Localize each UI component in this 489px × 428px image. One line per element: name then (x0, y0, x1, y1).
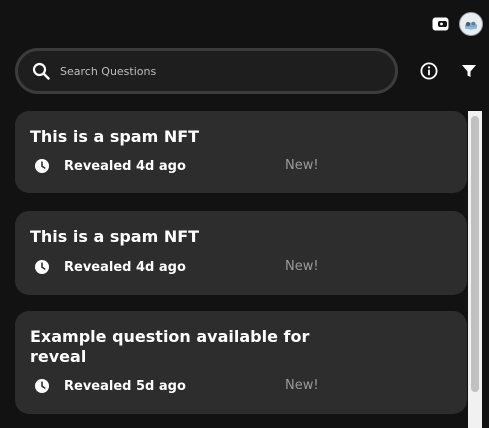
filter-button[interactable] (457, 59, 481, 83)
avatar-image (461, 14, 481, 34)
question-title: This is a spam NFT (30, 227, 200, 246)
wallet-button[interactable] (431, 15, 449, 33)
new-badge: New! (285, 378, 319, 393)
clock-icon (35, 260, 49, 274)
filter-icon (461, 63, 477, 79)
top-bar (431, 10, 483, 38)
question-title: Example question available for reveal (30, 327, 310, 366)
search-bar[interactable] (15, 48, 398, 94)
scrollbar-thumb[interactable] (471, 116, 479, 392)
question-card[interactable]: This is a spam NFT Revealed 4d ago New! (15, 111, 467, 193)
revealed-time: Revealed 4d ago (64, 158, 186, 174)
question-card[interactable]: Example question available for reveal Re… (15, 311, 467, 414)
wallet-icon (432, 17, 449, 31)
question-list: This is a spam NFT Revealed 4d ago New! … (15, 111, 467, 428)
clock-icon (35, 379, 49, 393)
question-card[interactable]: This is a spam NFT Revealed 4d ago New! (15, 211, 467, 295)
info-button[interactable] (417, 59, 441, 83)
list-scrollbar[interactable] (468, 111, 482, 428)
clock-icon (35, 159, 49, 173)
question-meta: Revealed 4d ago (35, 257, 186, 277)
search-row (15, 48, 483, 94)
question-meta: Revealed 4d ago (35, 156, 186, 176)
revealed-time: Revealed 5d ago (64, 378, 186, 394)
new-badge: New! (285, 158, 319, 173)
info-icon (420, 62, 438, 80)
avatar[interactable] (459, 12, 483, 36)
revealed-time: Revealed 4d ago (64, 259, 186, 275)
question-meta: Revealed 5d ago (35, 376, 186, 396)
new-badge: New! (285, 259, 319, 274)
question-title: This is a spam NFT (30, 127, 200, 146)
search-icon (32, 62, 50, 80)
search-input[interactable] (58, 63, 362, 79)
